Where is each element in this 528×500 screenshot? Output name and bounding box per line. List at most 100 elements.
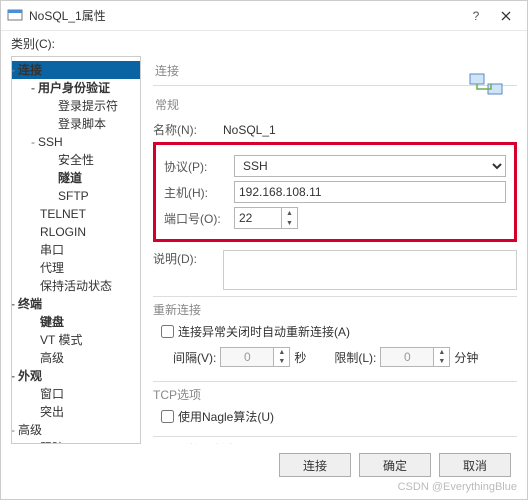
limit-input[interactable] <box>380 347 434 367</box>
reconnect-title: 重新连接 <box>153 301 207 318</box>
tree-item-label: 窗口 <box>40 387 64 401</box>
tree-twisty-icon[interactable]: - <box>11 62 18 78</box>
tree-item[interactable]: SFTP <box>12 187 140 205</box>
tree-item[interactable]: 突出 <box>12 403 140 421</box>
tcp-title: TCP选项 <box>153 386 207 403</box>
tree-item[interactable]: 键盘 <box>12 313 140 331</box>
dialog-buttons: 连接 确定 取消 <box>271 453 511 477</box>
tree-item-label: SFTP <box>58 189 89 203</box>
tree-item-label: 串口 <box>40 243 64 257</box>
tree-item[interactable]: 窗口 <box>12 385 140 403</box>
watermark: CSDN @EverythingBlue <box>398 481 517 493</box>
close-button[interactable] <box>491 1 521 31</box>
ipver-title: 互联网协议版本 <box>153 441 243 444</box>
tree-twisty-icon[interactable]: - <box>11 296 18 312</box>
tree-item-label: 高级 <box>18 423 42 437</box>
category-label: 类别(C): <box>1 31 527 54</box>
port-input[interactable] <box>234 207 282 229</box>
help-button[interactable]: ? <box>461 1 491 31</box>
connection-icon <box>469 71 503 101</box>
general-title: 常规 <box>153 92 517 117</box>
protocol-label: 协议(P): <box>164 158 234 175</box>
tree-item[interactable]: -用户身份验证 <box>12 79 140 97</box>
tcp-group: TCP选项 使用Nagle算法(U) <box>153 381 517 430</box>
interval-unit: 秒 <box>294 349 306 366</box>
category-tree[interactable]: -连接-用户身份验证登录提示符登录脚本-SSH安全性隧道SFTPTELNETRL… <box>11 56 141 444</box>
limit-label: 限制(L): <box>334 349 376 366</box>
name-label: 名称(N): <box>153 121 223 138</box>
tree-item-label: 连接 <box>18 63 42 77</box>
tree-item-label: 突出 <box>40 405 64 419</box>
host-input[interactable] <box>234 181 506 203</box>
titlebar: NoSQL_1属性 ? <box>1 1 527 31</box>
description-textarea[interactable] <box>223 250 517 290</box>
tree-item[interactable]: -连接 <box>12 61 140 79</box>
tree-item[interactable]: -SSH <box>12 133 140 151</box>
tree-item-label: 外观 <box>18 369 42 383</box>
tree-item[interactable]: 跟踪 <box>12 439 140 444</box>
reconnect-checkbox[interactable] <box>161 325 174 338</box>
tree-item-label: 登录提示符 <box>58 99 118 113</box>
tree-item[interactable]: -终端 <box>12 295 140 313</box>
description-label: 说明(D): <box>153 250 223 290</box>
reconnect-group: 重新连接 连接异常关闭时自动重新连接(A) 间隔(V): ▲▼ 秒 限制(L):… <box>153 296 517 375</box>
ipver-group: 互联网协议版本 自动 IPv4 IPv6 <box>153 436 517 444</box>
tree-item[interactable]: 安全性 <box>12 151 140 169</box>
protocol-select[interactable]: SSH <box>234 155 506 177</box>
tree-item[interactable]: 隧道 <box>12 169 140 187</box>
interval-input[interactable] <box>220 347 274 367</box>
panel-header: 连接 <box>153 58 517 83</box>
port-label: 端口号(O): <box>164 210 234 227</box>
chevron-down-icon: ▼ <box>282 218 297 228</box>
tree-item-label: SSH <box>38 135 63 149</box>
tree-item-label: 隧道 <box>58 171 82 185</box>
ok-button[interactable]: 确定 <box>359 453 431 477</box>
nagle-checkbox-label[interactable]: 使用Nagle算法(U) <box>157 407 274 426</box>
limit-spinner[interactable]: ▲▼ <box>434 347 450 367</box>
port-spinner[interactable]: ▲▼ <box>282 207 298 229</box>
highlighted-region: 协议(P): SSH 主机(H): 端口号(O): ▲▼ <box>153 142 517 242</box>
tree-twisty-icon[interactable]: - <box>11 422 18 438</box>
settings-panel: 连接 常规 名称(N): NoSQL_1 协议(P): SSH 主机(H): 端… <box>145 54 527 444</box>
cancel-button[interactable]: 取消 <box>439 453 511 477</box>
tree-item[interactable]: 高级 <box>12 349 140 367</box>
reconnect-checkbox-label[interactable]: 连接异常关闭时自动重新连接(A) <box>157 322 350 341</box>
window-title: NoSQL_1属性 <box>29 7 461 24</box>
divider <box>153 85 517 86</box>
tree-item[interactable]: 串口 <box>12 241 140 259</box>
app-icon <box>7 8 23 24</box>
name-value: NoSQL_1 <box>223 123 373 137</box>
tree-item-label: 保持活动状态 <box>40 279 112 293</box>
tree-item-label: 键盘 <box>40 315 64 329</box>
tree-item-label: 跟踪 <box>40 441 64 444</box>
tree-item-label: TELNET <box>40 207 86 221</box>
tree-twisty-icon[interactable]: - <box>28 134 38 150</box>
host-label: 主机(H): <box>164 184 234 201</box>
tree-item-label: 安全性 <box>58 153 94 167</box>
limit-unit: 分钟 <box>454 349 478 366</box>
tree-item-label: 代理 <box>40 261 64 275</box>
tree-item-label: 高级 <box>40 351 64 365</box>
tree-item-label: 登录脚本 <box>58 117 106 131</box>
tree-item[interactable]: -外观 <box>12 367 140 385</box>
tree-twisty-icon[interactable]: - <box>28 80 38 96</box>
tree-item[interactable]: VT 模式 <box>12 331 140 349</box>
nagle-checkbox[interactable] <box>161 410 174 423</box>
tree-item[interactable]: 登录提示符 <box>12 97 140 115</box>
tree-item-label: RLOGIN <box>40 225 86 239</box>
tree-item[interactable]: TELNET <box>12 205 140 223</box>
tree-item-label: 终端 <box>18 297 42 311</box>
tree-item-label: VT 模式 <box>40 333 82 347</box>
close-icon <box>501 11 511 21</box>
connect-button[interactable]: 连接 <box>279 453 351 477</box>
tree-item-label: 用户身份验证 <box>38 81 110 95</box>
tree-item[interactable]: 登录脚本 <box>12 115 140 133</box>
interval-label: 间隔(V): <box>173 349 216 366</box>
chevron-up-icon: ▲ <box>282 208 297 218</box>
interval-spinner[interactable]: ▲▼ <box>274 347 290 367</box>
tree-item[interactable]: RLOGIN <box>12 223 140 241</box>
tree-item[interactable]: 保持活动状态 <box>12 277 140 295</box>
tree-item[interactable]: -高级 <box>12 421 140 439</box>
tree-twisty-icon[interactable]: - <box>11 368 18 384</box>
tree-item[interactable]: 代理 <box>12 259 140 277</box>
